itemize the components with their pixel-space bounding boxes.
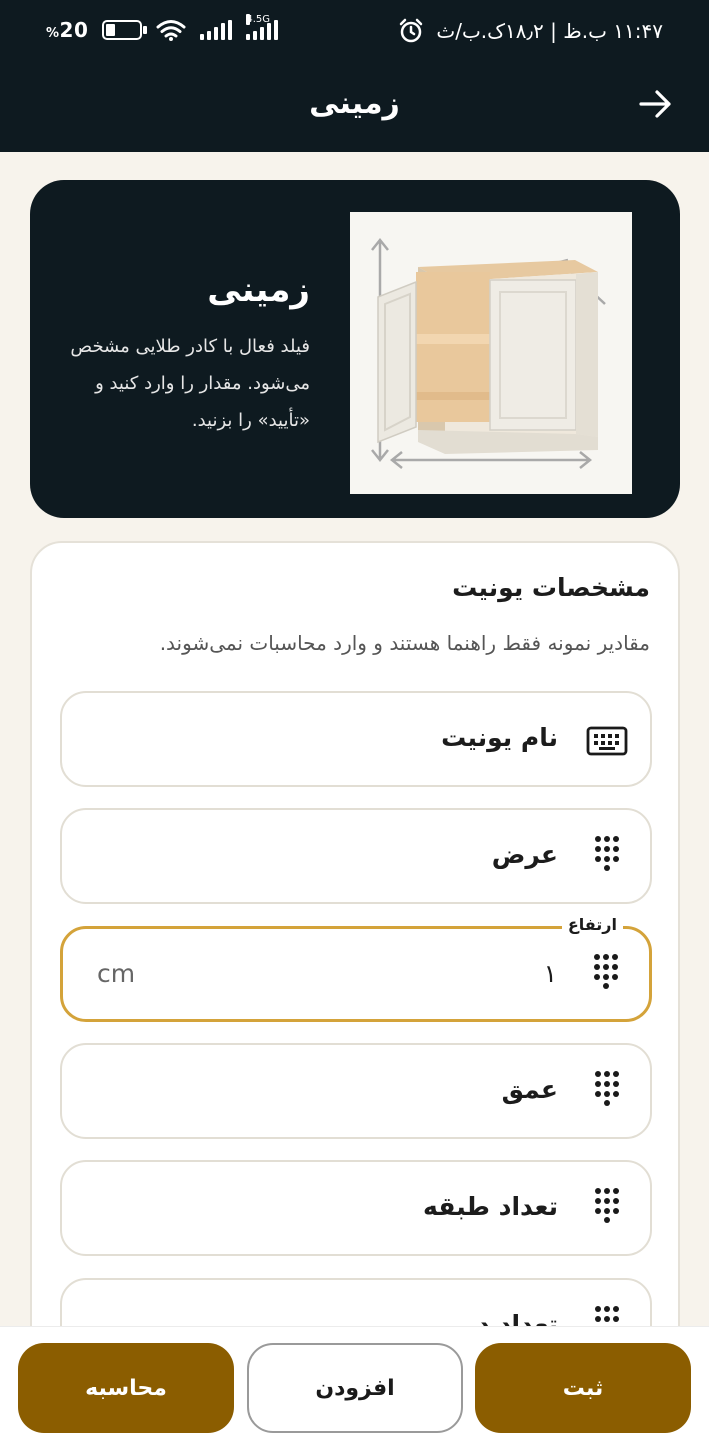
- depth-label: عمق: [501, 1075, 558, 1104]
- height-value: ۱: [543, 959, 557, 988]
- top-bar: %20 4.5G ۱۱:۴۷ ب.ظ | ۱۸٫۲ک.ب/ث زمینی: [0, 0, 709, 152]
- keypad-icon: [586, 1188, 628, 1224]
- signal-4g-icon: 4.5G: [246, 14, 279, 40]
- keypad-icon: [586, 836, 628, 872]
- height-unit: cm: [97, 959, 136, 988]
- keypad-icon: [585, 954, 627, 990]
- width-field[interactable]: عرض: [60, 808, 652, 904]
- shelf-count-field[interactable]: تعداد طبقه: [60, 1160, 652, 1256]
- unit-name-field[interactable]: نام یونیت: [60, 691, 652, 787]
- keypad-icon: [586, 1071, 628, 1107]
- spec-hint: مقادیر نمونه فقط راهنما هستند و وارد محا…: [159, 631, 650, 655]
- bottom-action-bar: محاسبه افزودن ثبت: [0, 1326, 709, 1444]
- back-arrow-icon[interactable]: [635, 84, 675, 124]
- unit-name-label: نام یونیت: [441, 723, 558, 752]
- spec-title: مشخصات یونیت: [452, 573, 650, 602]
- height-field[interactable]: ارتفاع ۱ cm: [60, 915, 652, 1022]
- submit-button[interactable]: ثبت: [475, 1343, 691, 1433]
- cabinet-illustration: [350, 212, 632, 494]
- depth-field[interactable]: عمق: [60, 1043, 652, 1139]
- status-time: ۱۱:۴۷ ب.ظ | ۱۸٫۲ک.ب/ث: [436, 19, 663, 43]
- calculate-button[interactable]: محاسبه: [18, 1343, 234, 1433]
- status-left: %20 4.5G: [46, 14, 279, 42]
- keyboard-icon: [586, 726, 628, 756]
- shelf-count-label: تعداد طبقه: [423, 1192, 558, 1221]
- status-right: ۱۱:۴۷ ب.ظ | ۱۸٫۲ک.ب/ث: [398, 18, 663, 44]
- width-label: عرض: [491, 840, 558, 869]
- hero-description: فیلد فعال با کادر طلایی مشخص می‌شود. مقد…: [70, 336, 310, 431]
- app-bar: زمینی: [0, 64, 709, 152]
- battery-level: %20: [46, 18, 89, 42]
- add-button[interactable]: افزودن: [247, 1343, 463, 1433]
- page-title: زمینی: [309, 86, 400, 121]
- hero-card: زمینی فیلد فعال با کادر طلایی مشخص می‌شو…: [30, 180, 680, 518]
- height-floating-label: ارتفاع: [561, 915, 623, 934]
- hero-text: زمینی فیلد فعال با کادر طلایی مشخص می‌شو…: [70, 270, 310, 439]
- alarm-icon: [400, 18, 423, 43]
- battery-icon: [102, 20, 148, 40]
- unit-spec-card: مشخصات یونیت مقادیر نمونه فقط راهنما هست…: [30, 541, 680, 1444]
- hero-title: زمینی: [207, 270, 310, 310]
- signal-icon: [200, 20, 233, 40]
- wifi-icon: [156, 20, 186, 41]
- status-bar: %20 4.5G ۱۱:۴۷ ب.ظ | ۱۸٫۲ک.ب/ث: [0, 0, 709, 64]
